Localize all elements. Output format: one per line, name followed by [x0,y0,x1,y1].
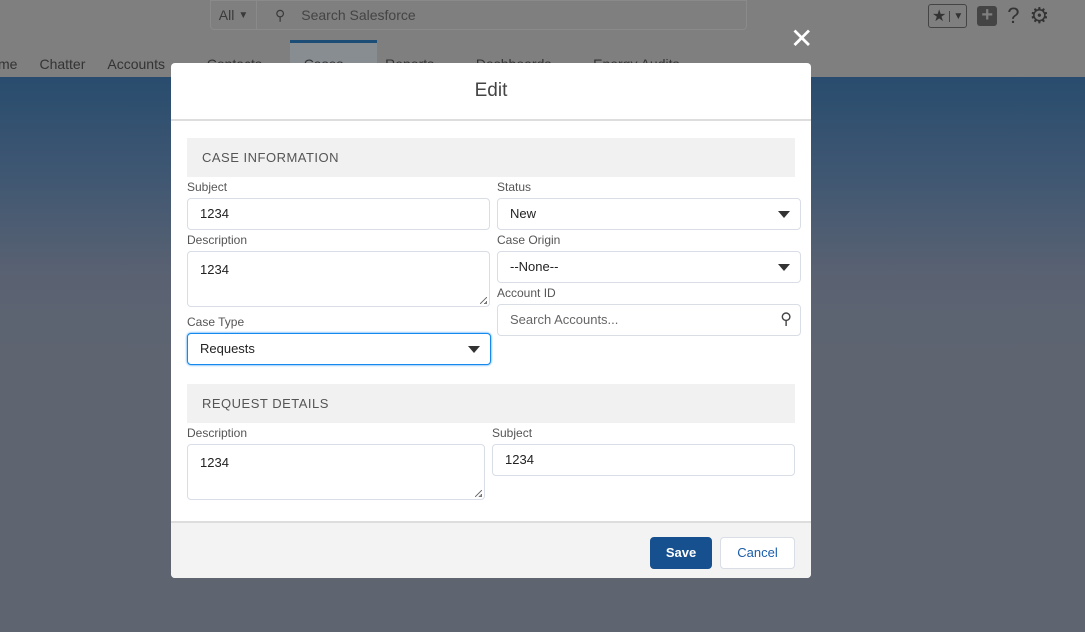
caret-down-icon [778,211,790,218]
request-subject-label: Subject [492,426,533,440]
caret-down-icon [778,264,790,271]
section-header-case-information: CASE INFORMATION [187,138,795,177]
case-origin-label: Case Origin [497,233,561,247]
case-type-value: Requests [200,341,255,356]
status-label: Status [497,180,532,194]
description-label: Description [187,233,248,247]
search-icon: ⚲ [275,6,286,23]
case-origin-value: --None-- [510,259,559,274]
nav-label: me [0,55,18,72]
plus-icon[interactable]: + [977,5,998,26]
caret-down-icon: ▼ [238,9,249,21]
search-scope-select[interactable]: All ▼ [211,1,257,29]
request-description-textarea[interactable]: 1234 [187,444,485,500]
cancel-button[interactable]: Cancel [720,537,795,569]
global-search[interactable]: All ▼ ⚲ Search Salesforce [210,0,747,30]
request-description-label: Description [187,426,248,440]
search-scope-label: All [218,7,235,23]
request-subject-input[interactable]: 1234 [492,444,795,476]
edit-modal: Edit CASE INFORMATION Subject 1234 Statu… [171,63,811,578]
nav-label: Chatter [39,55,86,72]
star-icon[interactable]: ★ [929,6,949,26]
help-icon[interactable]: ? [1007,3,1019,29]
caret-down-icon[interactable]: ▼ [949,10,966,22]
header-utilities: ★ ▼ + ? ⚙ [928,3,1049,29]
section-header-request-details: REQUEST DETAILS [187,384,795,423]
case-type-select[interactable]: Requests [187,333,491,365]
status-select[interactable]: New [497,198,801,230]
account-id-label: Account ID [497,286,556,300]
description-textarea[interactable]: 1234 [187,251,490,307]
nav-item-home[interactable]: me [0,40,17,77]
gear-icon[interactable]: ⚙ [1030,3,1050,29]
case-type-label: Case Type [187,315,245,329]
subject-input[interactable]: 1234 [187,198,490,230]
favorites-button[interactable]: ★ ▼ [928,4,968,28]
search-input[interactable]: Search Salesforce [301,7,415,23]
search-icon[interactable]: ⚲ [780,305,792,335]
modal-footer: Save Cancel [171,521,811,578]
case-origin-select[interactable]: --None-- [497,251,801,283]
account-search-placeholder: Search Accounts... [510,312,619,327]
save-button[interactable]: Save [650,537,712,569]
nav-label: Accounts [107,55,165,72]
modal-title: Edit [171,63,811,121]
status-value: New [510,206,537,221]
caret-down-icon [468,346,480,353]
close-icon[interactable]: ✕ [790,25,813,53]
subject-label: Subject [187,180,228,194]
account-search-input[interactable]: Search Accounts... ⚲ [497,304,801,336]
nav-item-chatter[interactable]: Chatter [39,40,85,77]
